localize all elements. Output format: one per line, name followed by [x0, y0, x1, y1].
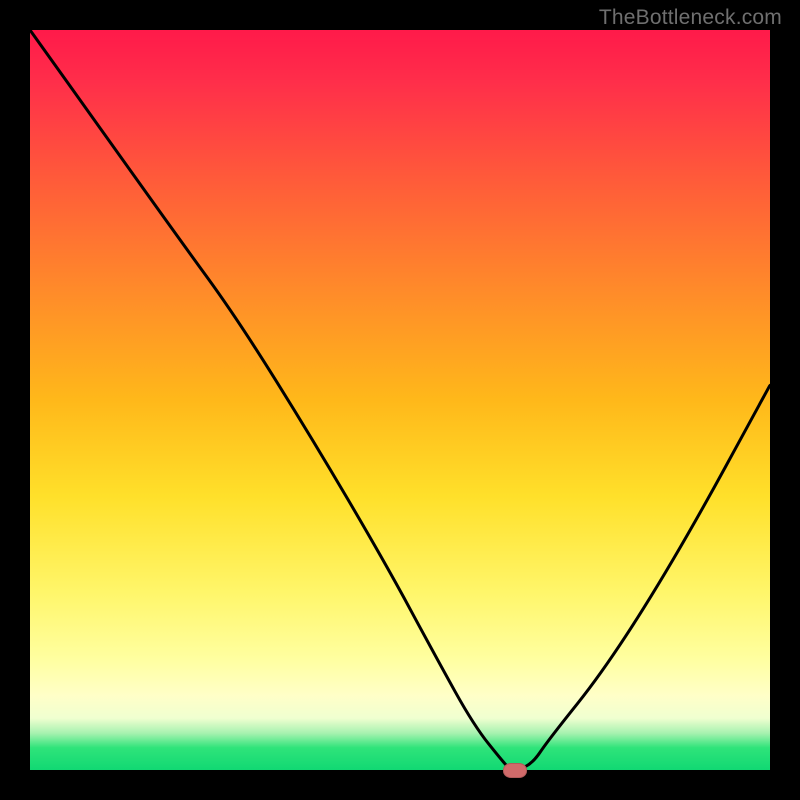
watermark-text: TheBottleneck.com	[599, 6, 782, 30]
plot-area	[30, 30, 770, 770]
optimal-point-marker	[503, 763, 527, 778]
chart-frame: TheBottleneck.com	[0, 0, 800, 800]
curve-svg	[30, 30, 770, 770]
bottleneck-curve-path	[30, 30, 770, 770]
